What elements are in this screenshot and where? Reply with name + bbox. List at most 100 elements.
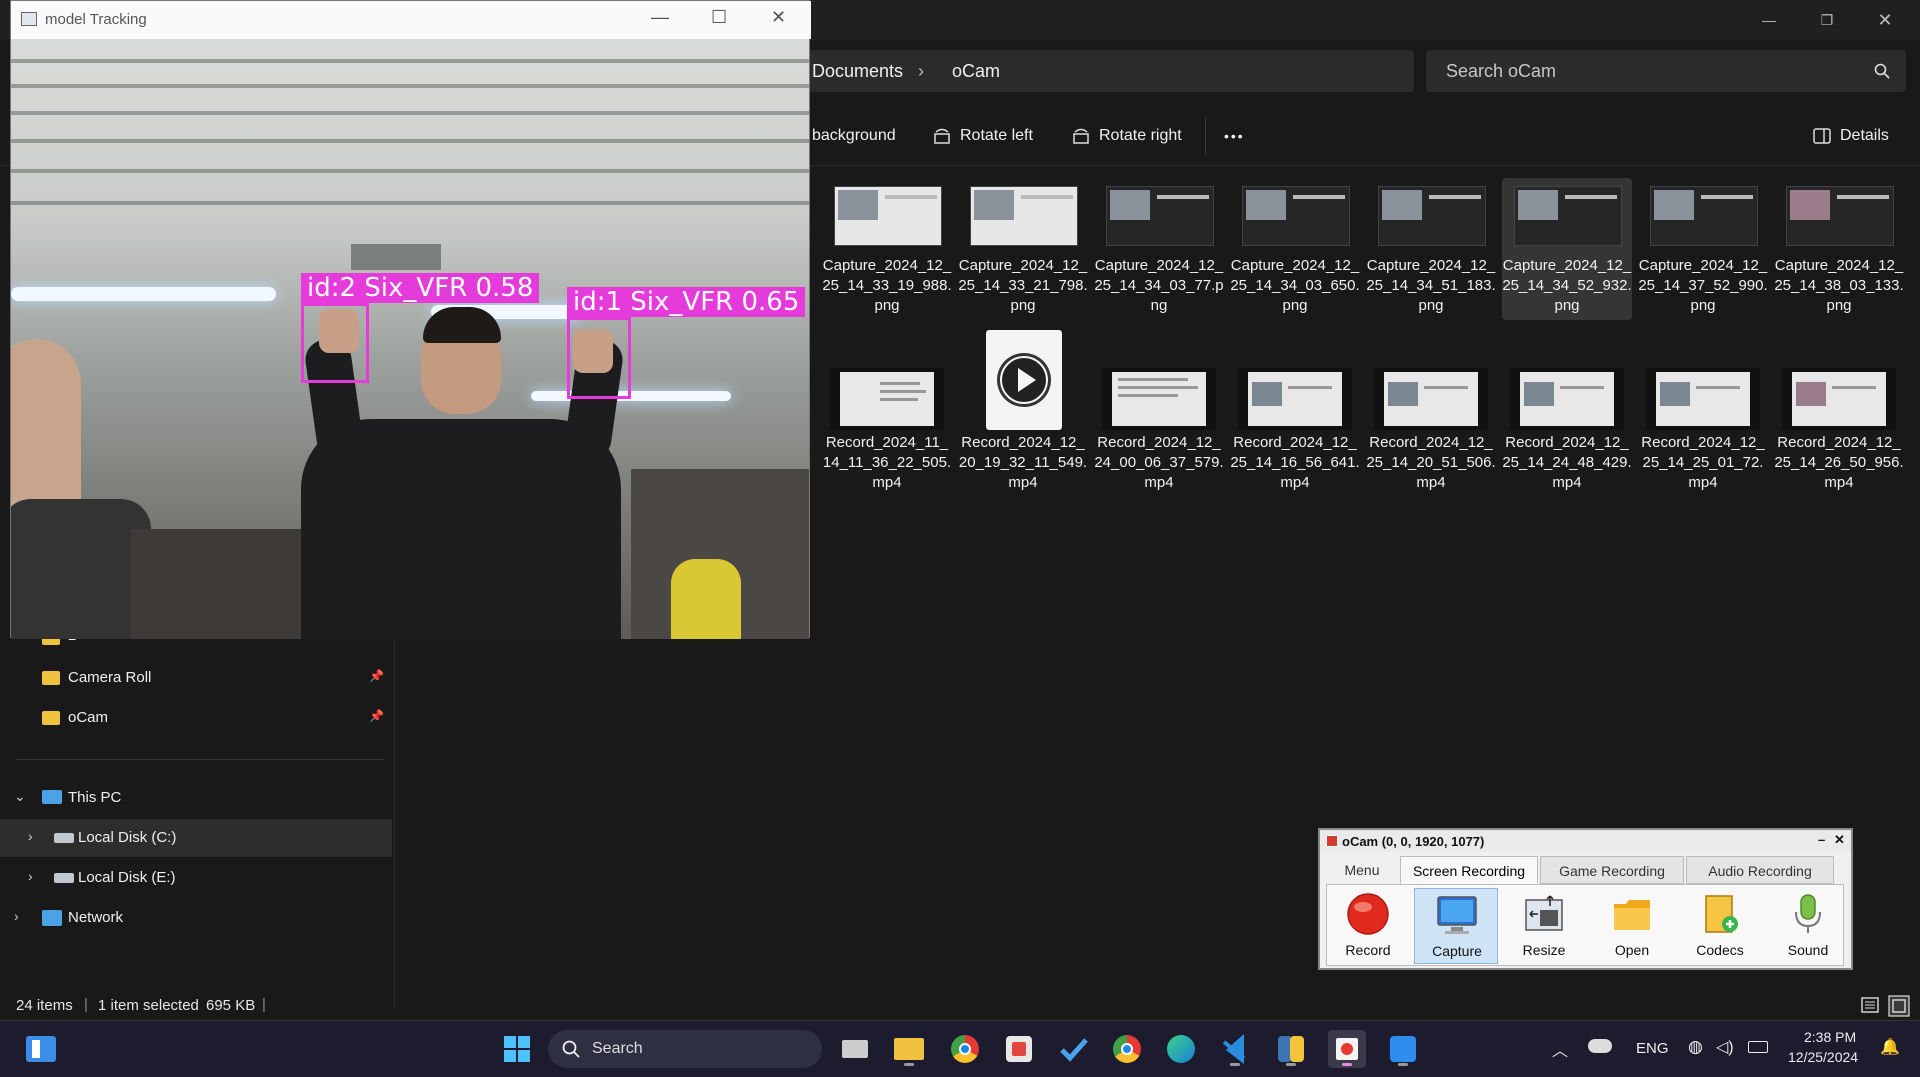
video-thumbnail: [830, 368, 944, 430]
details-button[interactable]: Details: [1812, 122, 1889, 150]
file-tile[interactable]: Capture_2024_12_25_14_34_51_183.png: [1366, 178, 1496, 320]
sidebar-item-local-disk-c[interactable]: › Local Disk (C:): [0, 819, 392, 857]
file-tile-selected[interactable]: Capture_2024_12_25_14_34_52_932.png: [1502, 178, 1632, 320]
language-indicator[interactable]: ENG: [1636, 1040, 1669, 1057]
minimize-icon[interactable]: —: [651, 7, 669, 28]
sidebar-item-label: Network: [68, 909, 124, 926]
file-tile[interactable]: Capture_2024_12_25_14_33_19_988.png: [822, 178, 952, 320]
sidebar-item-ocam[interactable]: oCam 📌: [0, 699, 392, 737]
details-view-icon[interactable]: [1860, 995, 1880, 1015]
network-icon[interactable]: ◍: [1688, 1037, 1703, 1057]
clock-time[interactable]: 2:38 PM: [1804, 1029, 1856, 1045]
file-tile[interactable]: Capture_2024_12_25_14_34_03_77.png: [1094, 178, 1224, 320]
file-tile[interactable]: Capture_2024_12_25_14_38_03_133.png: [1774, 178, 1904, 320]
microphone-icon: [1795, 894, 1821, 933]
file-name: Capture_2024_12_25_14_38_03_133.png: [1774, 257, 1904, 314]
tracker-titlebar: model Tracking — ☐ ✕: [11, 1, 811, 39]
record-button[interactable]: Record: [1326, 888, 1410, 964]
set-background-button[interactable]: background: [812, 122, 896, 150]
drive-icon: [54, 873, 74, 883]
file-tile[interactable]: Capture_2024_12_25_14_34_03_650.png: [1230, 178, 1360, 320]
close-icon[interactable]: ✕: [1862, 8, 1908, 32]
resize-button[interactable]: Resize: [1502, 888, 1586, 964]
taskbar-search[interactable]: Search: [548, 1030, 822, 1068]
tab-menu[interactable]: Menu: [1326, 856, 1398, 884]
file-tile[interactable]: Record_2024_12_25_14_20_51_506.mp4: [1366, 338, 1496, 491]
address-bar[interactable]: Documents › oCam: [790, 50, 1414, 92]
pin-icon: 📌: [369, 669, 384, 683]
open-button[interactable]: Open: [1590, 888, 1674, 964]
file-name: Capture_2024_12_25_14_33_19_988.png: [822, 257, 952, 314]
rotate-left-button[interactable]: Rotate left: [932, 122, 1033, 150]
battery-icon[interactable]: [1748, 1041, 1768, 1053]
onedrive-icon[interactable]: [1588, 1039, 1612, 1053]
sidebar-item-this-pc[interactable]: ⌄ This PC: [0, 779, 392, 817]
tab-audio-recording[interactable]: Audio Recording: [1686, 856, 1834, 884]
vscode-icon[interactable]: [1216, 1030, 1254, 1068]
sidebar-item-camera-roll[interactable]: Camera Roll 📌: [0, 659, 392, 697]
capture-button[interactable]: Capture: [1414, 888, 1498, 964]
restore-icon[interactable]: ❐: [1804, 8, 1850, 32]
file-name: Capture_2024_12_25_14_34_51_183.png: [1366, 257, 1496, 314]
volume-icon[interactable]: ◁): [1716, 1037, 1734, 1057]
close-icon[interactable]: ✕: [771, 7, 786, 28]
breadcrumb-ocam[interactable]: oCam: [952, 61, 1000, 82]
chrome-icon[interactable]: [946, 1030, 984, 1068]
tab-game-recording[interactable]: Game Recording: [1540, 856, 1684, 884]
rotate-left-label: Rotate left: [960, 127, 1033, 144]
clock-date[interactable]: 12/25/2024: [1788, 1049, 1858, 1065]
sidebar-item-local-disk-e[interactable]: › Local Disk (E:): [0, 859, 392, 897]
file-tile[interactable]: Record_2024_12_25_14_16_56_641.mp4: [1230, 338, 1360, 491]
chevron-up-icon[interactable]: ︿: [1552, 1037, 1568, 1061]
ocam-taskbar-icon[interactable]: [1328, 1030, 1366, 1068]
close-icon[interactable]: ✕: [1834, 832, 1845, 848]
file-tile[interactable]: Record_2024_12_25_14_25_01_72.mp4: [1638, 338, 1768, 491]
codecs-button[interactable]: Codecs: [1678, 888, 1762, 964]
snipping-tool-icon[interactable]: [1000, 1030, 1038, 1068]
detection-label: id:1 Six_VFR 0.65: [567, 287, 806, 317]
rotate-right-button[interactable]: Rotate right: [1071, 122, 1182, 150]
chevron-right-icon[interactable]: ›: [14, 908, 19, 924]
search-box[interactable]: Search oCam: [1426, 50, 1906, 92]
edge-icon[interactable]: [1162, 1030, 1200, 1068]
file-tile[interactable]: Capture_2024_12_25_14_33_21_798.png: [958, 178, 1088, 320]
windows-logo-icon: [504, 1036, 530, 1062]
chevron-right-icon[interactable]: ›: [28, 868, 33, 884]
tab-screen-recording[interactable]: Screen Recording: [1400, 856, 1538, 884]
python-icon[interactable]: [1272, 1030, 1310, 1068]
file-tile[interactable]: Record_2024_12_25_14_24_48_429.mp4: [1502, 338, 1632, 491]
file-tile[interactable]: Capture_2024_12_25_14_37_52_990.png: [1638, 178, 1768, 320]
large-icons-view-icon[interactable]: [1888, 995, 1910, 1017]
file-tile[interactable]: Record_2024_12_25_14_26_50_956.mp4: [1774, 338, 1904, 491]
minimize-icon[interactable]: —: [1746, 8, 1792, 32]
sidebar-item-network[interactable]: › Network: [0, 899, 392, 937]
monitor-icon: [1437, 896, 1477, 934]
minimize-icon[interactable]: –: [1818, 832, 1825, 847]
chrome-profile-icon[interactable]: [1108, 1030, 1146, 1068]
photos-icon[interactable]: [1384, 1030, 1422, 1068]
video-thumbnail: [1646, 368, 1760, 430]
chevron-down-icon[interactable]: ⌄: [14, 788, 26, 805]
more-options-button[interactable]: •••: [1224, 122, 1245, 150]
file-name: Record_2024_12_25_14_24_48_429.mp4: [1502, 434, 1632, 491]
file-tile[interactable]: Record_2024_12_20_19_32_11_549.mp4: [958, 322, 1088, 491]
start-button[interactable]: [498, 1030, 536, 1068]
todo-icon[interactable]: [1054, 1030, 1092, 1068]
sound-button[interactable]: Sound: [1766, 888, 1850, 964]
breadcrumb-documents[interactable]: Documents: [812, 61, 903, 82]
file-tile[interactable]: Record_2024_11_14_11_36_22_505.mp4: [822, 338, 952, 491]
chevron-right-icon[interactable]: ›: [28, 828, 33, 844]
notification-bell-icon[interactable]: 🔔: [1880, 1037, 1900, 1057]
file-name: Record_2024_12_25_14_20_51_506.mp4: [1366, 434, 1496, 491]
image-thumbnail: [1650, 186, 1758, 246]
maximize-icon[interactable]: ☐: [711, 7, 727, 28]
file-tile[interactable]: Record_2024_12_24_00_06_37_579.mp4: [1094, 338, 1224, 491]
task-view-icon[interactable]: [836, 1030, 874, 1068]
widgets-icon[interactable]: [22, 1030, 60, 1068]
rotate-left-icon: [934, 128, 950, 144]
ocam-app-icon: [1326, 835, 1338, 847]
sidebar-item-label: This PC: [68, 789, 122, 806]
file-name: Record_2024_12_25_14_26_50_956.mp4: [1774, 434, 1904, 491]
file-explorer-icon[interactable]: [890, 1030, 928, 1068]
search-icon[interactable]: [1874, 63, 1890, 79]
